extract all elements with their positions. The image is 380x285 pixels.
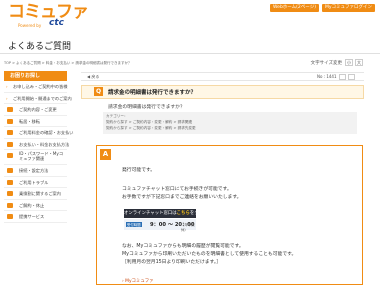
sidebar-item-moving[interactable]: 転居・移転 [4,116,67,127]
font-size-label: 文字サイズ変更 [310,61,342,66]
font-size-small-button[interactable]: 小 [345,59,353,66]
print-icon[interactable] [339,74,346,80]
sidebar-item-payment[interactable]: お支払い・料金お支払方法 [4,139,70,150]
sidebar-item-label: ご利用料金の確認・お支払い [19,130,74,135]
header-divider [0,53,380,54]
question-badge: Q [94,87,103,96]
house-icon [7,118,13,124]
category-label: カテゴリー： [106,114,128,118]
my-commufa-login-button[interactable]: Myコミュファログイン [322,4,376,12]
back-link[interactable]: ◀ 戻る [87,74,99,80]
chat-button-post: をクリック [189,211,212,216]
page-title: よくあるご質問 [8,42,72,52]
answer-line-4: なお、Myコミュファからも明細の履歴が閲覧可能です。 [122,244,244,249]
my-commufa-link-label: Myコミュファ [125,279,154,284]
answer-box: A 発行可能です。 コミュファチャット窓口にてお手続きが可能です。 お手数ですが… [96,145,363,285]
close-icon [7,202,13,208]
sidebar-item-label: ご利用開始・開通までのご案内 [13,95,72,101]
question-title: 請求金の明細書は発行できますか？ [108,90,197,96]
sidebar: お困りお探し › お申し込み・ご契約中の皆様 › ご利用開始・開通までのご案内 ご契… [4,71,73,223]
yen-icon [7,130,13,135]
sidebar-item-cancel[interactable]: ご解約・休止 [4,200,67,211]
sidebar-item-label: 乗換割に関するご案内 [19,191,61,196]
hours-note: （年中無休） [181,223,195,232]
faq-number: No : 1441 [317,74,337,79]
page: { "header": { "logo_text": "コミュファ", "log… [0,0,380,285]
sidebar-item-connection[interactable]: 接続・設定方法 [4,165,67,177]
answer-line-1: 発行可能です。 [122,168,156,173]
logo-powered-by: Powered by [18,23,42,28]
sidebar-item-billing[interactable]: ご利用料金の確認・お支払い [4,127,73,139]
answer-line-5: Myコミュファから印刷いただいたものを明細書として使用することも可能です。 [122,252,297,257]
question-box: Q 請求金の明細書は発行できますか？ 請求金の明細書は発行できますか？ カテゴリ… [81,85,364,137]
sidebar-item-label: ご利用トラブル [19,179,49,185]
sidebar-item-application[interactable]: › お申し込み・ご契約中の皆様 [4,81,67,93]
plug-icon [7,168,13,173]
chat-window-button[interactable]: オンラインチャット窓口はこちらをクリック [124,209,212,218]
sidebar-item-label: お申し込み・ご契約中の皆様 [13,84,68,89]
chat-button-pre: オンラインチャット窓口は [124,211,177,216]
sidebar-item-contract[interactable]: ご契約内容・ご変更 [4,104,67,116]
sidebar-item-partner[interactable]: 提携サービス [4,211,67,223]
font-size-large-button[interactable]: 大 [355,59,363,66]
sidebar-heading: お困りお探し [4,71,67,81]
sidebar-item-trouble[interactable]: ご利用トラブル [4,177,67,188]
toolbar: ◀ 戻る No : 1441 [81,72,364,81]
breadcrumb[interactable]: TOP > よくあるご質問 > 料金・お支払い > 請求金の明細書は発行できます… [4,61,131,66]
sidebar-item-switch-discount[interactable]: 乗換割に関するご案内 [4,188,67,200]
sidebar-item-start[interactable]: › ご利用開始・開通までのご案内 [4,93,72,104]
sidebar-item-label: お支払い・料金お支払方法 [19,141,70,147]
tag-icon [7,191,13,196]
sidebar-item-label: ご契約内容・ご変更 [19,107,57,112]
answer-line-6: ［利用月の翌月15日より印刷いただけます。］ [122,260,222,265]
logo-text: コミュファ [8,2,89,22]
arrow-icon: › [6,84,8,89]
answer-line-2: コミュファチャット窓口にてお手続きが可能です。 [122,187,232,192]
site-logo[interactable]: コミュファ Powered by ctc [8,2,89,29]
arrow-icon: › [6,95,8,101]
sidebar-item-label: ご解約・休止 [19,202,45,208]
mail-icon[interactable] [348,74,355,80]
category-link-1[interactable]: 契約から探す > ご契約内容・変更・解約 > 請求関連 [106,120,192,125]
card-icon [7,141,13,147]
chat-button-highlight: こちら [176,211,190,216]
sidebar-item-label: ID・パスワード・Myコミュファ関連 [19,151,64,161]
business-hours: 受付時間 9：00 〜 20：00 （年中無休） [124,219,196,232]
sidebar-item-id-password[interactable]: ID・パスワード・Myコミュファ関連 [4,150,67,165]
my-commufa-link[interactable]: › Myコミュファ [122,278,154,284]
sidebar-item-label: 接続・設定方法 [19,168,49,173]
document-icon [7,107,13,112]
link-icon [7,214,13,219]
category-box: カテゴリー： 契約から探す > ご契約内容・変更・解約 > 請求関連 契約から探… [103,112,357,134]
web-home-button[interactable]: Webホーム(2ページ) [270,4,319,12]
main-content: ◀ 戻る No : 1441 Q 請求金の明細書は発行できますか？ 請求金の明細… [81,72,364,137]
category-link-2[interactable]: 契約から探す > ご契約内容・変更・解約 > 請求先変更 [106,126,196,131]
answer-badge: A [100,149,111,160]
question-body: 請求金の明細書は発行できますか？ [108,105,185,110]
hours-label: 受付時間 [126,222,142,227]
logo-ctc: ctc [49,18,64,28]
key-icon [7,153,13,158]
sidebar-item-label: 転居・移転 [19,118,40,124]
answer-line-3: お手数ですが下記窓口までご連絡をお願いいたします。 [122,195,242,200]
warning-icon [7,179,13,185]
sidebar-item-label: 提携サービス [19,214,45,219]
